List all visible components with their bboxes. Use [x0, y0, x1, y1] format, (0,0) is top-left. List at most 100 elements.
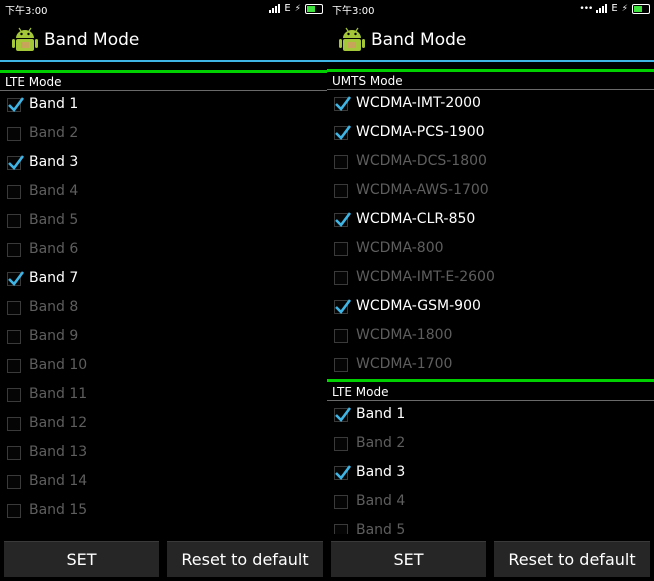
- checkbox-unchecked[interactable]: [7, 243, 21, 257]
- band-checkbox-row[interactable]: WCDMA-DCS-1800: [327, 149, 654, 178]
- reset-default-button[interactable]: Reset to default: [167, 541, 323, 577]
- band-checkbox-row[interactable]: Band 2: [327, 431, 654, 460]
- checkbox-unchecked[interactable]: [334, 329, 348, 343]
- charging-icon: ⚡: [294, 3, 301, 14]
- app-title: Band Mode: [44, 30, 140, 50]
- checkbox-checked[interactable]: [334, 212, 352, 227]
- checkbox-checked[interactable]: [334, 465, 352, 480]
- checkbox-unchecked[interactable]: [7, 504, 21, 518]
- checkbox-checked[interactable]: [7, 271, 25, 286]
- band-checkbox-row[interactable]: Band 15: [0, 498, 327, 527]
- band-checkbox-row[interactable]: WCDMA-800: [327, 236, 654, 265]
- band-label: Band 4: [356, 493, 406, 509]
- checkbox-unchecked[interactable]: [7, 301, 21, 315]
- checkbox-unchecked[interactable]: [334, 358, 348, 372]
- checkbox-checked[interactable]: [7, 155, 25, 170]
- band-checkbox-row[interactable]: WCDMA-CLR-850: [327, 207, 654, 236]
- band-checkbox-row[interactable]: Band 10: [0, 353, 327, 382]
- checkmark-icon: [8, 271, 25, 286]
- band-checkbox-row[interactable]: Band 6: [0, 237, 327, 266]
- band-checkbox-row[interactable]: Band 8: [0, 295, 327, 324]
- band-label: WCDMA-DCS-1800: [356, 153, 487, 169]
- checkbox-unchecked[interactable]: [7, 388, 21, 402]
- band-label: WCDMA-1700: [356, 356, 453, 372]
- status-icons: ••• E ⚡: [579, 3, 650, 14]
- app-bar: Band Mode: [327, 22, 654, 60]
- checkbox-checked[interactable]: [334, 96, 352, 111]
- checkbox-unchecked[interactable]: [7, 359, 21, 373]
- status-bar: 下午3:00 ••• E ⚡: [327, 0, 654, 18]
- checkbox-unchecked[interactable]: [7, 475, 21, 489]
- checkbox-checked[interactable]: [334, 299, 352, 314]
- checkbox-unchecked[interactable]: [334, 437, 348, 451]
- checkbox-unchecked[interactable]: [7, 330, 21, 344]
- checkbox-unchecked[interactable]: [334, 184, 348, 198]
- checkbox-unchecked[interactable]: [7, 446, 21, 460]
- status-time: 下午3:00: [5, 6, 48, 17]
- checkbox-unchecked[interactable]: [7, 417, 21, 431]
- checkbox-checked[interactable]: [334, 125, 352, 140]
- checkbox-unchecked[interactable]: [7, 127, 21, 141]
- status-bar: 下午3:00 E ⚡: [0, 0, 327, 18]
- band-checkbox-row[interactable]: Band 14: [0, 469, 327, 498]
- section-underline: [327, 89, 654, 90]
- band-checkbox-row[interactable]: WCDMA-AWS-1700: [327, 178, 654, 207]
- more-icon: •••: [579, 3, 593, 14]
- checkbox-unchecked[interactable]: [334, 271, 348, 285]
- band-label: Band 13: [29, 444, 88, 460]
- band-checkbox-row[interactable]: WCDMA-GSM-900: [327, 294, 654, 323]
- band-label: WCDMA-GSM-900: [356, 298, 481, 314]
- reset-default-button[interactable]: Reset to default: [494, 541, 650, 577]
- checkmark-icon: [8, 155, 25, 170]
- section-header-lte: LTE Mode: [0, 73, 327, 91]
- band-label: Band 7: [29, 270, 79, 286]
- set-button[interactable]: SET: [4, 541, 159, 577]
- checkbox-checked[interactable]: [7, 97, 25, 112]
- checkbox-checked[interactable]: [334, 407, 352, 422]
- band-label: Band 1: [29, 96, 79, 112]
- band-checkbox-row[interactable]: Band 12: [0, 411, 327, 440]
- band-label: WCDMA-PCS-1900: [356, 124, 485, 140]
- band-label: Band 8: [29, 299, 79, 315]
- band-checkbox-row[interactable]: Band 2: [0, 121, 327, 150]
- band-checkbox-row[interactable]: Band 7: [0, 266, 327, 295]
- band-checkbox-row[interactable]: Band 11: [0, 382, 327, 411]
- checkmark-icon: [8, 97, 25, 112]
- section-label: LTE Mode: [332, 385, 389, 399]
- band-label: Band 4: [29, 183, 79, 199]
- band-label: WCDMA-800: [356, 240, 444, 256]
- band-checkbox-row[interactable]: WCDMA-IMT-2000: [327, 91, 654, 120]
- band-checkbox-row[interactable]: WCDMA-IMT-E-2600: [327, 265, 654, 294]
- band-checkbox-row[interactable]: Band 5: [0, 208, 327, 237]
- band-checkbox-row[interactable]: Band 4: [327, 489, 654, 518]
- status-icons: E ⚡: [269, 3, 323, 14]
- band-checkbox-row[interactable]: Band 1: [0, 92, 327, 121]
- band-checkbox-row[interactable]: WCDMA-PCS-1900: [327, 120, 654, 149]
- band-label: Band 2: [356, 435, 406, 451]
- band-checkbox-row[interactable]: Band 3: [327, 460, 654, 489]
- band-checkbox-row[interactable]: Band 1: [327, 402, 654, 431]
- section-header-umts: UMTS Mode: [327, 72, 654, 90]
- section-divider: [327, 379, 654, 382]
- checkbox-unchecked[interactable]: [334, 495, 348, 509]
- checkmark-icon: [335, 212, 352, 227]
- checkbox-unchecked[interactable]: [7, 185, 21, 199]
- band-checkbox-row[interactable]: WCDMA-1700: [327, 352, 654, 381]
- signal-icon: [596, 4, 608, 13]
- band-label: Band 6: [29, 241, 79, 257]
- checkbox-unchecked[interactable]: [334, 155, 348, 169]
- set-button[interactable]: SET: [331, 541, 486, 577]
- checkbox-unchecked[interactable]: [7, 214, 21, 228]
- band-checkbox-row[interactable]: WCDMA-1800: [327, 323, 654, 352]
- checkmark-icon: [335, 299, 352, 314]
- band-label: Band 11: [29, 386, 88, 402]
- band-label: WCDMA-IMT-2000: [356, 95, 481, 111]
- checkbox-unchecked[interactable]: [334, 242, 348, 256]
- checkmark-icon: [335, 465, 352, 480]
- band-checkbox-row[interactable]: Band 3: [0, 150, 327, 179]
- app-title: Band Mode: [371, 30, 467, 50]
- band-checkbox-row[interactable]: Band 4: [0, 179, 327, 208]
- band-checkbox-row[interactable]: Band 9: [0, 324, 327, 353]
- network-type: E: [611, 3, 618, 14]
- band-checkbox-row[interactable]: Band 13: [0, 440, 327, 469]
